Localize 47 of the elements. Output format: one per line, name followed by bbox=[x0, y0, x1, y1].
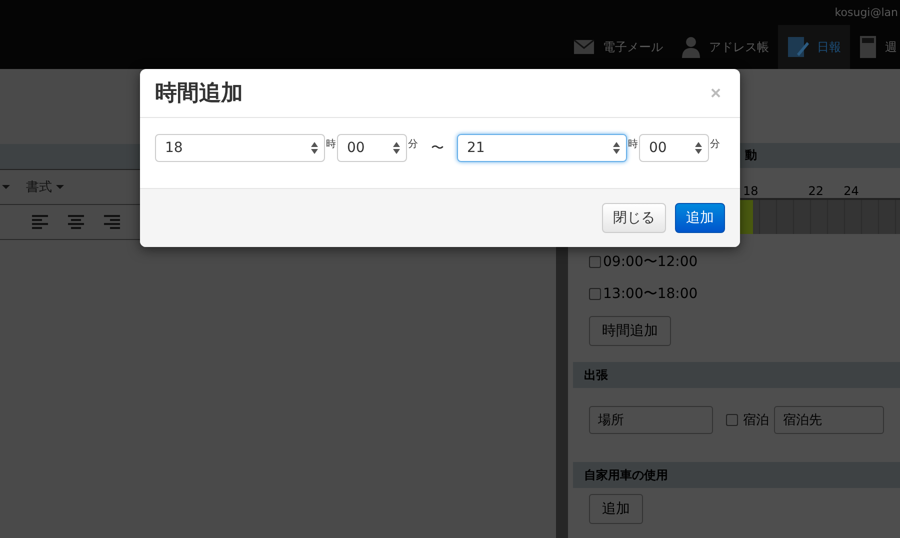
lodging-field[interactable]: 宿泊先 bbox=[774, 406, 884, 434]
hour-label: 22 bbox=[808, 184, 824, 198]
add-button[interactable]: 追加 bbox=[675, 203, 725, 233]
add-button[interactable]: 追加 bbox=[589, 494, 643, 524]
time-slot-label: 13:00〜18:00 bbox=[603, 285, 698, 303]
calculator-icon bbox=[859, 35, 877, 59]
align-icon[interactable] bbox=[104, 215, 120, 229]
stay-label: 宿泊 bbox=[743, 412, 769, 429]
section-header: 自家用車の使用 bbox=[584, 466, 668, 484]
time-select[interactable]: 00 bbox=[639, 134, 709, 162]
range-separator: 〜 bbox=[431, 140, 444, 157]
envelope-icon bbox=[573, 39, 595, 55]
user-email: kosugi@lan bbox=[834, 6, 898, 19]
hour-label: 18 bbox=[743, 184, 758, 198]
caret-icon[interactable] bbox=[2, 185, 10, 189]
section-header: 出張 bbox=[584, 366, 608, 384]
section-header: 動 bbox=[745, 147, 757, 164]
person-icon bbox=[681, 36, 701, 58]
nav-tab[interactable]: 電子メール bbox=[564, 25, 672, 69]
nav-tab[interactable]: アドレス帳 bbox=[672, 25, 778, 69]
time-select[interactable]: 00 bbox=[337, 134, 407, 162]
updown-icon bbox=[613, 142, 620, 154]
align-icon[interactable] bbox=[32, 215, 48, 229]
unit-label: 分 bbox=[408, 138, 418, 151]
place-field[interactable]: 場所 bbox=[589, 406, 713, 434]
updown-icon bbox=[695, 142, 702, 154]
nav-tab[interactable]: 日報 bbox=[778, 25, 850, 69]
nav-tab[interactable]: 週 bbox=[850, 25, 900, 69]
close-button[interactable]: × bbox=[706, 82, 725, 104]
time-select[interactable]: 18 bbox=[155, 134, 325, 162]
pencil-page-icon bbox=[787, 36, 809, 58]
format-menu[interactable]: 書式 bbox=[26, 178, 64, 196]
time-select[interactable]: 21 bbox=[457, 134, 627, 162]
unit-label: 時 bbox=[628, 138, 638, 151]
unit-label: 時 bbox=[326, 138, 336, 151]
dialog-title: 時間追加 bbox=[155, 80, 243, 108]
updown-icon bbox=[393, 142, 400, 154]
checkbox[interactable] bbox=[726, 414, 738, 426]
updown-icon bbox=[311, 142, 318, 154]
add-time-button[interactable]: 時間追加 bbox=[589, 316, 671, 346]
checkbox[interactable] bbox=[589, 256, 601, 268]
close-dialog-button[interactable]: 閉じる bbox=[602, 203, 666, 233]
hour-label: 24 bbox=[844, 184, 859, 198]
time-slot-label: 09:00〜12:00 bbox=[603, 253, 698, 271]
checkbox[interactable] bbox=[589, 288, 601, 300]
unit-label: 分 bbox=[710, 138, 720, 151]
align-icon[interactable] bbox=[68, 215, 84, 229]
